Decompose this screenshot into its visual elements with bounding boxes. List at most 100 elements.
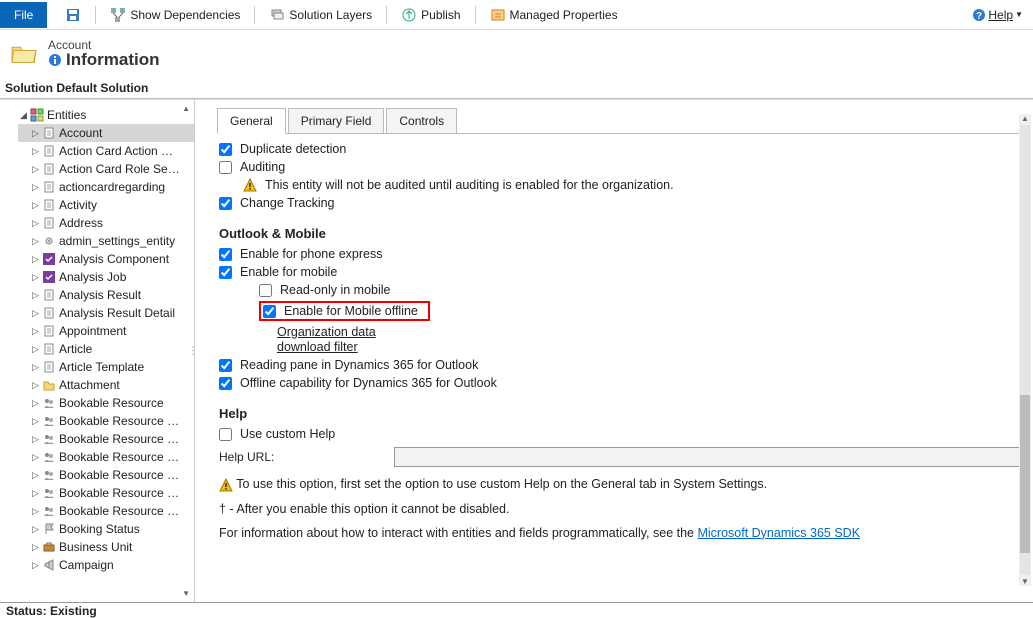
tree-item-article[interactable]: ▷ Article (18, 340, 194, 358)
expand-icon[interactable]: ▷ (32, 380, 42, 391)
expand-icon[interactable]: ▷ (32, 524, 42, 535)
expand-icon[interactable]: ▷ (32, 416, 42, 427)
tree-item-bookable-resource-[interactable]: ▷Bookable Resource … (18, 466, 194, 484)
entity-icon (42, 126, 56, 140)
tree-item-label: Attachment (59, 378, 120, 392)
enable-mobile-label: Enable for mobile (240, 265, 337, 279)
save-icon[interactable] (57, 4, 89, 26)
vertical-scrollbar[interactable]: ▲ ▼ (1019, 114, 1031, 586)
dagger-note: † - After you enable this option it cann… (219, 502, 1023, 516)
expand-icon[interactable]: ▷ (32, 488, 42, 499)
entity-tree[interactable]: ▲ ◢ Entities ▷Account▷Action Card Action… (0, 100, 195, 602)
expand-icon[interactable]: ▷ (32, 236, 42, 247)
managed-properties-button[interactable]: Managed Properties (482, 4, 626, 26)
entity-icon (42, 378, 56, 392)
expand-icon[interactable]: ▷ (32, 218, 42, 229)
tree-item-bookable-resource-[interactable]: ▷Bookable Resource … (18, 448, 194, 466)
tree-item-bookable-resource-[interactable]: ▷Bookable Resource … (18, 412, 194, 430)
readonly-mobile-checkbox[interactable] (259, 284, 272, 297)
tree-item-attachment[interactable]: ▷ Attachment (18, 376, 194, 394)
tree-item-appointment[interactable]: ▷ Appointment (18, 322, 194, 340)
expand-icon[interactable]: ▷ (32, 398, 42, 409)
tree-item-bookable-resource[interactable]: ▷Bookable Resource (18, 394, 194, 412)
expand-icon[interactable]: ▷ (32, 560, 42, 571)
tree-item-business-unit[interactable]: ▷Business Unit (18, 538, 194, 556)
org-data-filter-link[interactable]: Organization data (277, 325, 376, 339)
help-url-input[interactable] (394, 447, 1023, 467)
tree-item-bookable-resource-[interactable]: ▷Bookable Resource … (18, 484, 194, 502)
expand-icon[interactable]: ▷ (32, 326, 42, 337)
expand-icon[interactable]: ▷ (32, 470, 42, 481)
offline-outlook-checkbox[interactable] (219, 377, 232, 390)
tab-general[interactable]: General (217, 108, 286, 134)
tree-item-analysis-job[interactable]: ▷Analysis Job (18, 268, 194, 286)
enable-mobile-checkbox[interactable] (219, 266, 232, 279)
expand-icon[interactable]: ▷ (32, 128, 42, 139)
tree-item-label: Booking Status (59, 522, 140, 536)
expand-icon[interactable]: ▷ (32, 182, 42, 193)
tree-item-bookable-resource-[interactable]: ▷ Bookable Resource … (18, 502, 194, 520)
expand-icon[interactable]: ▷ (32, 362, 42, 373)
expand-icon[interactable]: ▷ (32, 290, 42, 301)
sdk-link[interactable]: Microsoft Dynamics 365 SDK (697, 526, 860, 540)
tab-primary-field[interactable]: Primary Field (288, 108, 385, 133)
expand-icon[interactable]: ▷ (32, 164, 42, 175)
expand-icon[interactable]: ▷ (32, 308, 42, 319)
entity-icon (42, 252, 56, 266)
tree-item-account[interactable]: ▷Account (18, 124, 194, 142)
scrollbar-thumb[interactable] (1020, 395, 1030, 553)
managed-properties-label: Managed Properties (510, 8, 618, 22)
tree-item-label: Activity (59, 198, 97, 212)
help-menu[interactable]: ? Help ▼ (962, 5, 1033, 25)
expand-icon[interactable]: ▷ (32, 200, 42, 211)
tree-item-activity[interactable]: ▷ Activity (18, 196, 194, 214)
use-custom-help-checkbox[interactable] (219, 428, 232, 441)
tree-item-analysis-result[interactable]: ▷Analysis Result (18, 286, 194, 304)
expand-icon[interactable]: ▷ (32, 434, 42, 445)
tree-item-bookable-resource-[interactable]: ▷Bookable Resource … (18, 430, 194, 448)
collapse-icon[interactable]: ◢ (20, 110, 30, 121)
solution-layers-button[interactable]: Solution Layers (261, 4, 380, 26)
scroll-down-icon[interactable]: ▼ (1021, 577, 1029, 586)
help-warning-text: To use this option, first set the option… (236, 477, 767, 491)
change-tracking-checkbox[interactable] (219, 197, 232, 210)
auditing-checkbox[interactable] (219, 161, 232, 174)
tree-item-action-card-action-[interactable]: ▷Action Card Action … (18, 142, 194, 160)
dependencies-icon (110, 7, 126, 23)
tree-item-label: Article (59, 342, 92, 356)
expand-icon[interactable]: ▷ (32, 344, 42, 355)
file-menu[interactable]: File (0, 2, 47, 28)
expand-icon[interactable]: ▷ (32, 506, 42, 517)
tree-item-label: Bookable Resource … (59, 504, 179, 518)
org-data-filter-link-2[interactable]: download filter (277, 340, 358, 354)
tree-item-action-card-role-se-[interactable]: ▷Action Card Role Se… (18, 160, 194, 178)
expand-icon[interactable]: ▷ (32, 254, 42, 265)
tree-item-analysis-result-detail[interactable]: ▷Analysis Result Detail (18, 304, 194, 322)
tree-item-analysis-component[interactable]: ▷Analysis Component (18, 250, 194, 268)
resize-handle[interactable]: ⋮ (188, 346, 195, 357)
tree-item-campaign[interactable]: ▷Campaign (18, 556, 194, 574)
tree-item-label: Appointment (59, 324, 126, 338)
separator (254, 6, 255, 24)
tree-item-address[interactable]: ▷Address (18, 214, 194, 232)
tree-item-actioncardregarding[interactable]: ▷actioncardregarding (18, 178, 194, 196)
expand-icon[interactable]: ▷ (32, 452, 42, 463)
expand-icon[interactable]: ▷ (32, 272, 42, 283)
scroll-up-icon[interactable]: ▲ (182, 104, 190, 113)
tree-item-booking-status[interactable]: ▷ Booking Status (18, 520, 194, 538)
phone-express-checkbox[interactable] (219, 248, 232, 261)
expand-icon[interactable]: ▷ (32, 146, 42, 157)
expand-icon[interactable]: ▷ (32, 542, 42, 553)
scrollbar-track[interactable] (1020, 125, 1030, 575)
reading-pane-checkbox[interactable] (219, 359, 232, 372)
tree-item-article-template[interactable]: ▷Article Template (18, 358, 194, 376)
tree-item-admin-settings-entity[interactable]: ▷admin_settings_entity (18, 232, 194, 250)
tab-controls[interactable]: Controls (386, 108, 457, 133)
tree-root-entities[interactable]: ◢ Entities (18, 106, 194, 124)
mobile-offline-checkbox[interactable] (263, 305, 276, 318)
scroll-down-icon[interactable]: ▼ (182, 589, 190, 598)
duplicate-detection-checkbox[interactable] (219, 143, 232, 156)
publish-button[interactable]: Publish (393, 4, 468, 26)
scroll-up-icon[interactable]: ▲ (1021, 114, 1029, 123)
show-dependencies-button[interactable]: Show Dependencies (102, 4, 248, 26)
